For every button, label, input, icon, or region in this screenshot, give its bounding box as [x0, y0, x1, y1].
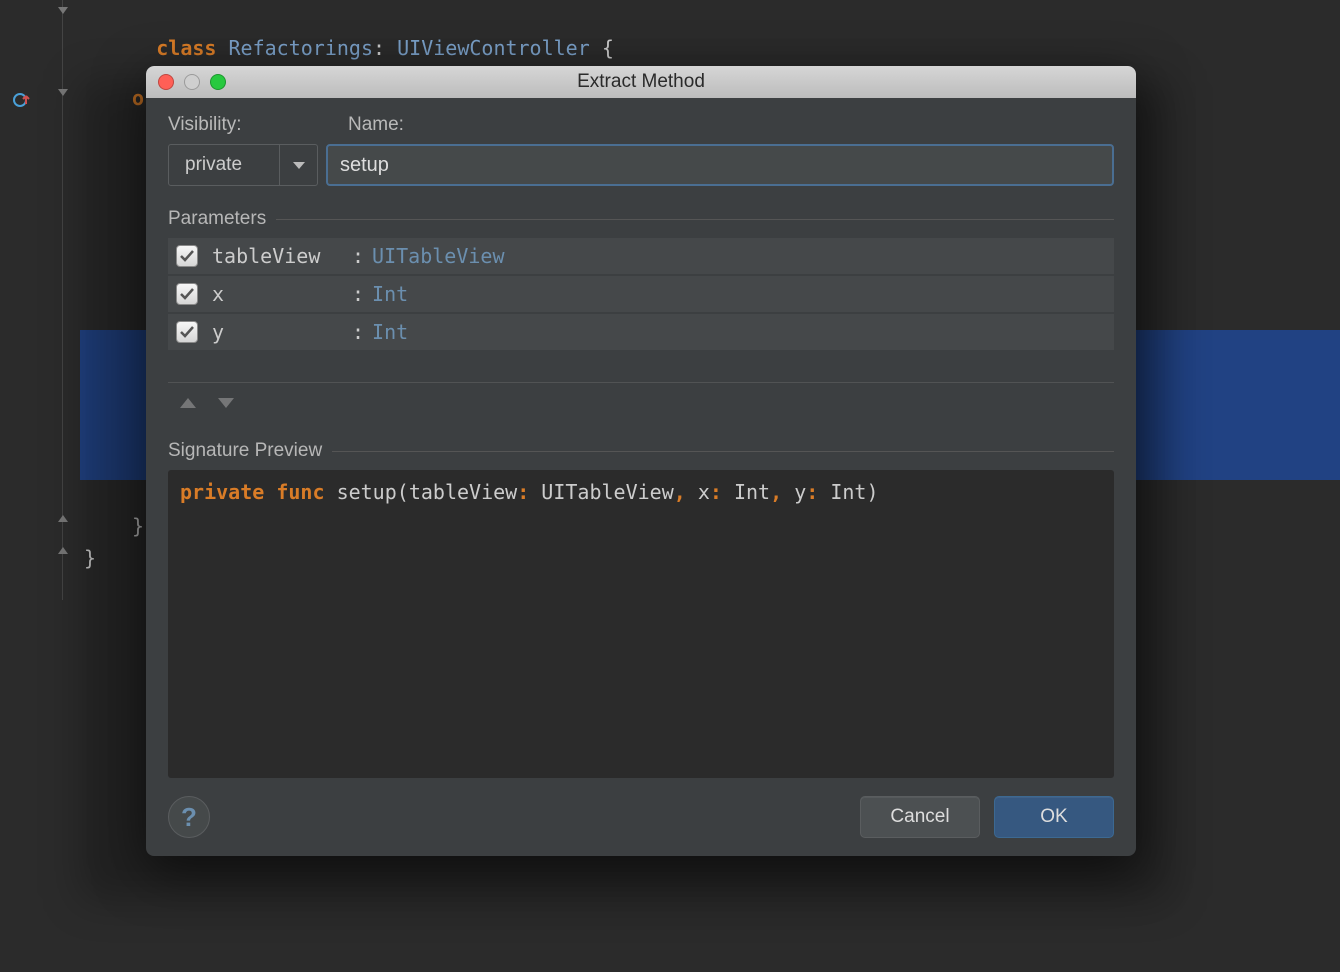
fold-toggle-icon[interactable] [56, 546, 70, 560]
name-label: Name: [348, 114, 404, 136]
fold-toggle-icon[interactable] [56, 6, 70, 20]
signature-preview-label: Signature Preview [168, 440, 322, 462]
method-name-input[interactable] [326, 144, 1114, 186]
parameters-label: Parameters [168, 208, 266, 230]
parameters-table: tableView : UITableView x : Int y : Int [168, 238, 1114, 382]
superclass: UIViewController [397, 36, 590, 60]
move-down-button[interactable] [218, 398, 234, 408]
parameter-type: UITableView [372, 244, 504, 268]
minimize-icon[interactable] [184, 74, 200, 90]
ok-button[interactable]: OK [994, 796, 1114, 838]
move-up-button[interactable] [180, 398, 196, 408]
parameters-toolbar [168, 382, 1114, 422]
visibility-value: private [169, 145, 279, 185]
punct: : [352, 320, 364, 344]
parameter-type: Int [372, 282, 408, 306]
parameter-name: x [212, 282, 352, 306]
parameter-row[interactable]: y : Int [168, 314, 1114, 352]
fold-toggle-icon[interactable] [56, 88, 70, 102]
fold-toggle-icon[interactable] [56, 514, 70, 528]
parameter-checkbox[interactable] [176, 283, 198, 305]
parameter-checkbox[interactable] [176, 245, 198, 267]
visibility-label: Visibility: [168, 114, 328, 136]
punct: : [352, 244, 364, 268]
extract-method-dialog: Extract Method Visibility: Name: private… [146, 66, 1136, 856]
keyword: class [156, 36, 216, 60]
help-button[interactable]: ? [168, 796, 210, 838]
visibility-caret[interactable] [279, 145, 317, 185]
punct: : [373, 36, 385, 60]
chevron-down-icon [293, 162, 305, 169]
parameter-row[interactable]: x : Int [168, 276, 1114, 314]
parameter-name: y [212, 320, 352, 344]
parameter-checkbox[interactable] [176, 321, 198, 343]
dialog-title: Extract Method [577, 71, 705, 93]
parameter-row[interactable]: tableView : UITableView [168, 238, 1114, 276]
cancel-button[interactable]: Cancel [860, 796, 980, 838]
visibility-combo[interactable]: private [168, 144, 318, 186]
parameter-name: tableView [212, 244, 352, 268]
class-name: Refactorings [229, 36, 374, 60]
divider [276, 219, 1114, 220]
signature-preview: private func setup(tableView: UITableVie… [168, 470, 1114, 778]
dialog-body: Visibility: Name: private Parameters tab… [146, 98, 1136, 856]
window-controls [158, 74, 226, 90]
parameter-type: Int [372, 320, 408, 344]
punct: : [352, 282, 364, 306]
gutter-override-icon[interactable] [10, 88, 34, 112]
dialog-titlebar[interactable]: Extract Method [146, 66, 1136, 98]
divider [332, 451, 1114, 452]
punct: { [602, 36, 614, 60]
close-icon[interactable] [158, 74, 174, 90]
zoom-icon[interactable] [210, 74, 226, 90]
